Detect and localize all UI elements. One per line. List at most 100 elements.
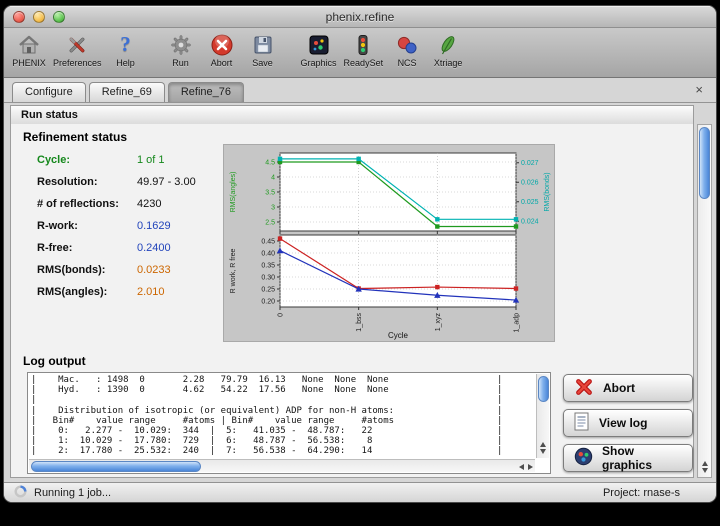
svg-text:0.25: 0.25 — [261, 286, 275, 293]
tab-bar: Configure Refine_69 Refine_76 × — [4, 78, 716, 103]
stat-rms-bonds: RMS(bonds):0.0233 — [37, 264, 171, 279]
run-status-section-header[interactable]: Run status — [10, 105, 694, 125]
toolbar-label: Graphics — [301, 58, 337, 68]
toolbar-button-ncs[interactable]: NCS — [390, 31, 424, 68]
phenix-home-icon — [17, 31, 41, 58]
stat-r-free: R-free:0.2400 — [37, 242, 171, 257]
log-hscroll-thumb[interactable] — [31, 461, 201, 472]
status-bar: Running 1 job... Project: rnase-s — [4, 482, 716, 502]
toolbar-label: Help — [116, 58, 135, 68]
save-icon — [251, 31, 275, 58]
tab-close-icon[interactable]: × — [690, 82, 708, 99]
svg-text:0.35: 0.35 — [261, 262, 275, 269]
view-log-button-label: View log — [599, 416, 647, 430]
minimize-window-button[interactable] — [33, 11, 45, 23]
scroll-up-icon[interactable] — [702, 461, 708, 466]
stat-reflections: # of reflections:4230 — [37, 198, 161, 213]
log-text: | Mac. : 1498 0 2.28 79.79 16.13 None No… — [31, 375, 533, 457]
project-label: Project: rnase-s — [603, 487, 680, 499]
toolbar-label: Xtriage — [434, 58, 463, 68]
toolbar-label: Abort — [211, 58, 233, 68]
stat-value: 0.0233 — [137, 264, 171, 276]
stat-label: # of reflections: — [37, 198, 137, 210]
main-vscroll-arrows[interactable] — [698, 459, 711, 475]
content-area: Run status Refinement status Cycle:1 of … — [4, 103, 716, 482]
graphics-icon — [307, 31, 331, 58]
progress-spinner-icon — [14, 485, 27, 501]
show-graphics-button-label: Show graphics — [602, 444, 682, 472]
scroll-up-icon[interactable] — [540, 442, 546, 447]
toolbar-button-save[interactable]: Save — [246, 31, 280, 68]
toolbar-button-preferences[interactable]: Preferences — [53, 31, 102, 68]
stat-resolution: Resolution:49.97 - 3.00 — [37, 176, 196, 191]
toolbar-button-phenix[interactable]: PHENIX — [12, 31, 46, 68]
svg-text:R work, R free: R work, R free — [230, 249, 237, 294]
xtriage-leaf-icon — [436, 31, 460, 58]
refinement-status-heading: Refinement status — [23, 130, 127, 144]
stat-label: RMS(bonds): — [37, 264, 137, 276]
toolbar-label: ReadySet — [344, 58, 384, 68]
traffic-lights — [13, 11, 65, 23]
toolbar-button-xtriage[interactable]: Xtriage — [431, 31, 465, 68]
svg-text:1_adp: 1_adp — [514, 313, 521, 333]
document-icon — [574, 412, 590, 434]
toolbar-button-abort[interactable]: Abort — [205, 31, 239, 68]
close-window-button[interactable] — [13, 11, 25, 23]
graphics-sphere-icon — [574, 447, 593, 469]
log-output-box: | Mac. : 1498 0 2.28 79.79 16.13 None No… — [27, 372, 551, 474]
svg-text:0.025: 0.025 — [521, 199, 539, 206]
toolbar-button-readyset[interactable]: ReadySet — [344, 31, 384, 68]
toolbar-button-run[interactable]: Run — [164, 31, 198, 68]
show-graphics-button[interactable]: Show graphics — [563, 444, 693, 472]
abort-button-label: Abort — [603, 381, 635, 395]
abort-icon — [210, 31, 234, 58]
tab-refine-76[interactable]: Refine_76 — [168, 82, 244, 102]
titlebar[interactable]: phenix.refine — [4, 6, 716, 28]
toolbar-label: NCS — [398, 58, 417, 68]
stat-value: 49.97 - 3.00 — [137, 176, 196, 188]
svg-text:0.45: 0.45 — [261, 238, 275, 245]
view-log-button[interactable]: View log — [563, 409, 693, 437]
log-vscroll-thumb[interactable] — [538, 376, 549, 402]
stat-rms-angles: RMS(angles):2.010 — [37, 286, 165, 301]
toolbar-label: Preferences — [53, 58, 102, 68]
abort-button[interactable]: Abort — [563, 374, 693, 402]
scroll-down-icon[interactable] — [540, 449, 546, 454]
stat-cycle: Cycle:1 of 1 — [37, 154, 165, 169]
log-horizontal-scrollbar[interactable] — [29, 459, 535, 472]
abort-x-icon — [574, 377, 594, 400]
scroll-down-icon[interactable] — [702, 468, 708, 473]
zoom-window-button[interactable] — [53, 11, 65, 23]
svg-text:0.30: 0.30 — [261, 274, 275, 281]
stat-label: R-work: — [37, 220, 137, 232]
preferences-icon — [65, 31, 89, 58]
toolbar-button-help[interactable]: ? Help — [109, 31, 143, 68]
svg-text:1_bss: 1_bss — [356, 313, 363, 332]
log-vscroll-arrows[interactable] — [537, 440, 549, 456]
stat-value: 2.010 — [137, 286, 165, 298]
stat-r-work: R-work:0.1629 — [37, 220, 171, 235]
scroll-right-icon[interactable] — [528, 464, 533, 470]
svg-text:2.5: 2.5 — [265, 219, 275, 226]
stat-label: Cycle: — [37, 154, 137, 166]
tab-refine-69[interactable]: Refine_69 — [89, 82, 165, 102]
ncs-icon — [395, 31, 419, 58]
svg-text:0.024: 0.024 — [521, 219, 539, 226]
main-vertical-scrollbar[interactable] — [697, 124, 712, 478]
app-window: phenix.refine PHENIX Preferences ? Help … — [4, 6, 716, 502]
toolbar-button-graphics[interactable]: Graphics — [301, 31, 337, 68]
refinement-chart: 2.533.544.50.0240.0250.0260.027RMS(angle… — [223, 144, 555, 342]
svg-text:1_xyz: 1_xyz — [435, 313, 442, 332]
svg-text:4.5: 4.5 — [265, 159, 275, 166]
log-vertical-scrollbar[interactable] — [536, 374, 549, 458]
svg-text:RMS(angles): RMS(angles) — [230, 172, 237, 213]
main-vscroll-thumb[interactable] — [699, 127, 710, 199]
traffic-light-icon — [351, 31, 375, 58]
scroll-left-icon[interactable] — [519, 464, 524, 470]
tab-configure[interactable]: Configure — [12, 82, 86, 102]
stat-value: 0.1629 — [137, 220, 171, 232]
run-status-panel: Refinement status Cycle:1 of 1 Resolutio… — [10, 124, 694, 478]
log-output-heading: Log output — [23, 354, 86, 368]
svg-text:0.026: 0.026 — [521, 180, 539, 187]
help-icon: ? — [120, 31, 131, 58]
